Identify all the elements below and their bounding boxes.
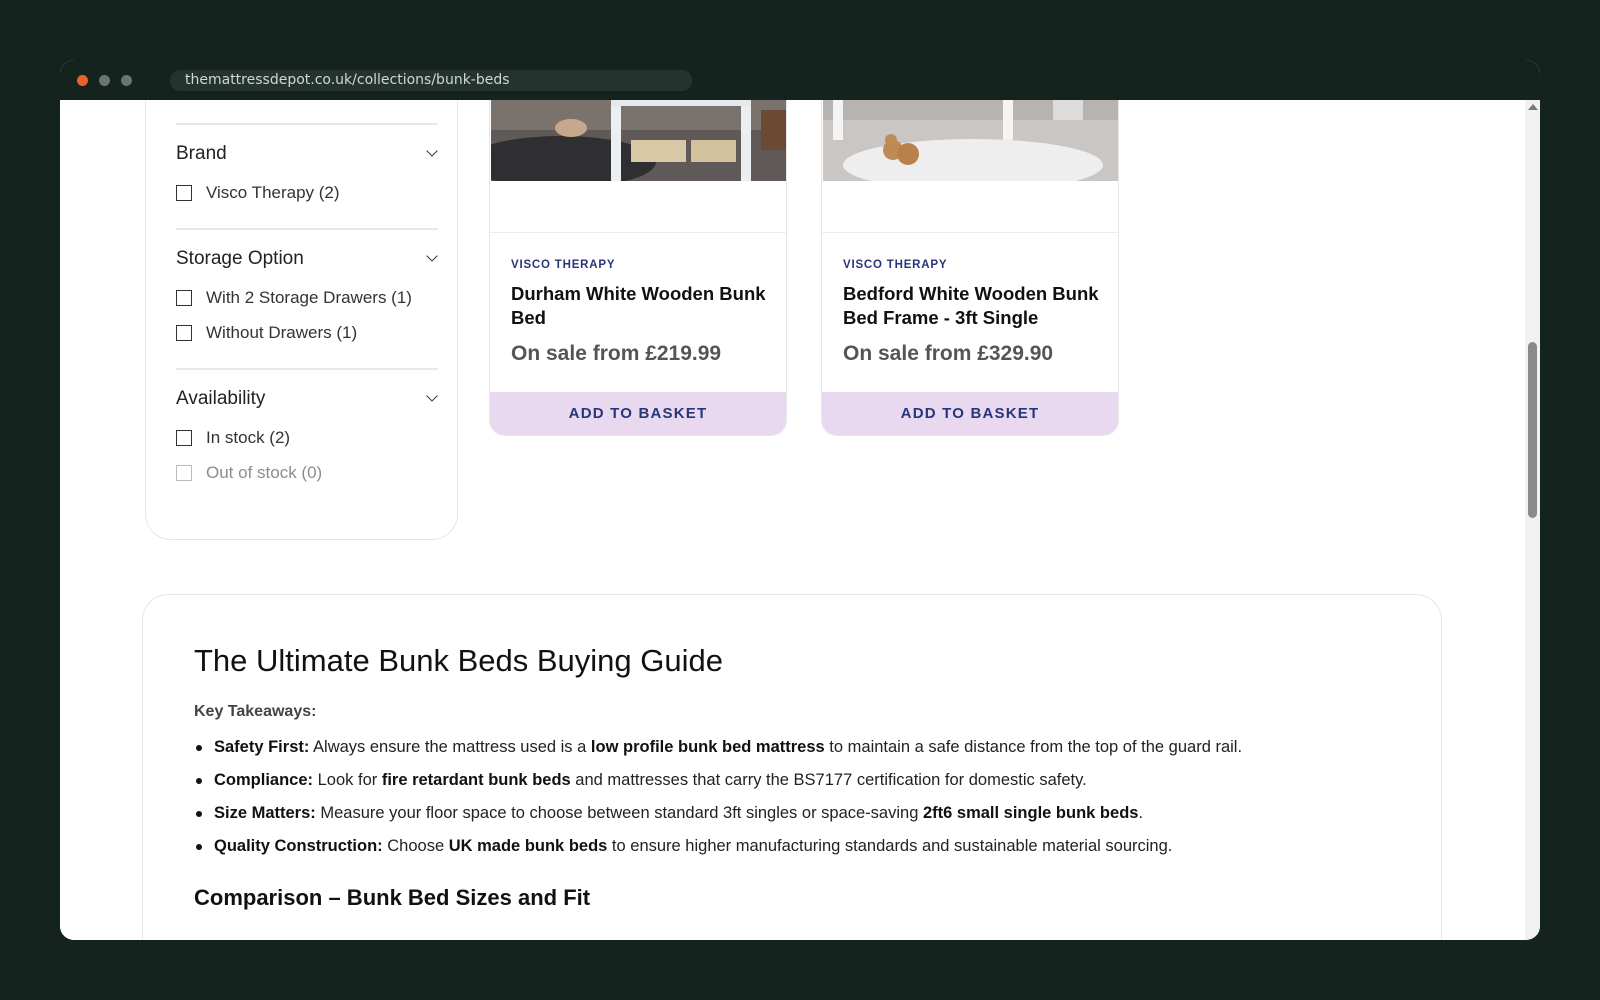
filter-header-storage[interactable]: Storage Option [176, 230, 438, 269]
bullet-text: to maintain a safe distance from the top… [824, 738, 1243, 756]
filter-title: Storage Option [176, 248, 304, 269]
filter-group-storage: Storage Option With 2 Storage Drawers (1… [176, 228, 438, 366]
bullet-lead: Compliance: [214, 771, 314, 789]
product-brand[interactable]: VISCO THERAPY [843, 259, 947, 271]
checkbox[interactable] [176, 325, 192, 341]
filter-header-availability[interactable]: Availability [176, 370, 438, 409]
close-window-button[interactable] [77, 75, 88, 86]
divider [490, 232, 786, 233]
bullet-text: and mattresses that carry the BS7177 cer… [570, 771, 1087, 789]
filter-option-label: With 2 Storage Drawers (1) [206, 288, 412, 307]
bullet-lead: Size Matters: [214, 804, 316, 822]
maximize-window-button[interactable] [121, 75, 132, 86]
buying-guide-section: The Ultimate Bunk Beds Buying Guide Key … [142, 594, 1442, 940]
title-bar: themattressdepot.co.uk/collections/bunk-… [60, 60, 1540, 100]
filter-title: Availability [176, 388, 266, 409]
bullet-keyword: 2ft6 small single bunk beds [922, 804, 1139, 822]
chevron-down-icon[interactable] [426, 390, 438, 402]
checkbox[interactable] [176, 430, 192, 446]
product-card[interactable]: VISCO THERAPY Bedford White Wooden Bunk … [821, 100, 1119, 436]
vertical-scrollbar[interactable] [1525, 100, 1540, 940]
key-takeaways-label: Key Takeaways: [194, 703, 317, 720]
bullet-keyword: low profile bunk bed mattress [590, 738, 825, 756]
guide-title: The Ultimate Bunk Beds Buying Guide [194, 643, 723, 678]
list-item: Quality Construction: Choose UK made bun… [194, 837, 1242, 870]
product-image[interactable] [823, 100, 1119, 181]
comparison-heading: Comparison – Bunk Bed Sizes and Fit [194, 885, 591, 910]
filter-option-label: Without Drawers (1) [206, 323, 358, 342]
add-to-basket-button[interactable]: ADD TO BASKET [822, 392, 1118, 435]
bullet-text: Measure your floor space to choose betwe… [315, 804, 923, 822]
product-price: On sale from £329.90 [843, 342, 1054, 365]
minimize-window-button[interactable] [99, 75, 110, 86]
filter-header-brand[interactable]: Brand [176, 125, 438, 164]
bullet-lead: Safety First: [214, 738, 310, 756]
browser-window: themattressdepot.co.uk/collections/bunk-… [60, 60, 1540, 940]
scroll-up-arrow-icon[interactable] [1528, 104, 1538, 110]
page-viewport: Brand Visco Therapy (2) Storage Option W… [60, 100, 1525, 940]
scrollbar-thumb[interactable] [1528, 342, 1537, 518]
bullet-text: to ensure higher manufacturing standards… [607, 837, 1173, 855]
bullet-keyword: fire retardant bunk beds [381, 771, 571, 789]
chevron-down-icon[interactable] [426, 145, 438, 157]
filter-option-label: Visco Therapy (2) [206, 183, 340, 202]
chevron-down-icon[interactable] [426, 250, 438, 262]
bullet-lead: Quality Construction: [214, 837, 383, 855]
bullet-text: Choose [382, 837, 449, 855]
takeaways-list: Safety First: Always ensure the mattress… [194, 738, 1242, 870]
list-item: Size Matters: Measure your floor space t… [194, 804, 1242, 837]
bullet-keyword: UK made bunk beds [448, 837, 608, 855]
list-item: Safety First: Always ensure the mattress… [194, 738, 1242, 771]
address-bar[interactable]: themattressdepot.co.uk/collections/bunk-… [170, 70, 692, 91]
filter-title: Brand [176, 143, 227, 164]
product-price: On sale from £219.99 [511, 342, 722, 365]
filter-option-label: In stock (2) [206, 428, 291, 447]
checkbox [176, 465, 192, 481]
bullet-text: Look for [313, 771, 382, 789]
filter-sidebar: Brand Visco Therapy (2) Storage Option W… [145, 100, 458, 540]
list-item: Compliance: Look for fire retardant bunk… [194, 771, 1242, 804]
filter-group-brand: Brand Visco Therapy (2) [176, 123, 438, 223]
add-to-basket-button[interactable]: ADD TO BASKET [490, 392, 786, 435]
bullet-text: . [1138, 804, 1144, 822]
checkbox[interactable] [176, 185, 192, 201]
divider [822, 232, 1118, 233]
filter-group-availability: Availability In stock (2) Out of stock (… [176, 368, 438, 508]
product-image[interactable] [491, 100, 787, 181]
product-brand[interactable]: VISCO THERAPY [511, 259, 615, 271]
filter-option-label: Out of stock (0) [206, 463, 323, 482]
checkbox[interactable] [176, 290, 192, 306]
product-title[interactable]: Bedford White Wooden Bunk Bed Frame - 3f… [843, 282, 1105, 330]
product-card[interactable]: VISCO THERAPY Durham White Wooden Bunk B… [489, 100, 787, 436]
bullet-text: Always ensure the mattress used is a [309, 738, 591, 756]
product-title[interactable]: Durham White Wooden Bunk Bed [511, 282, 773, 330]
